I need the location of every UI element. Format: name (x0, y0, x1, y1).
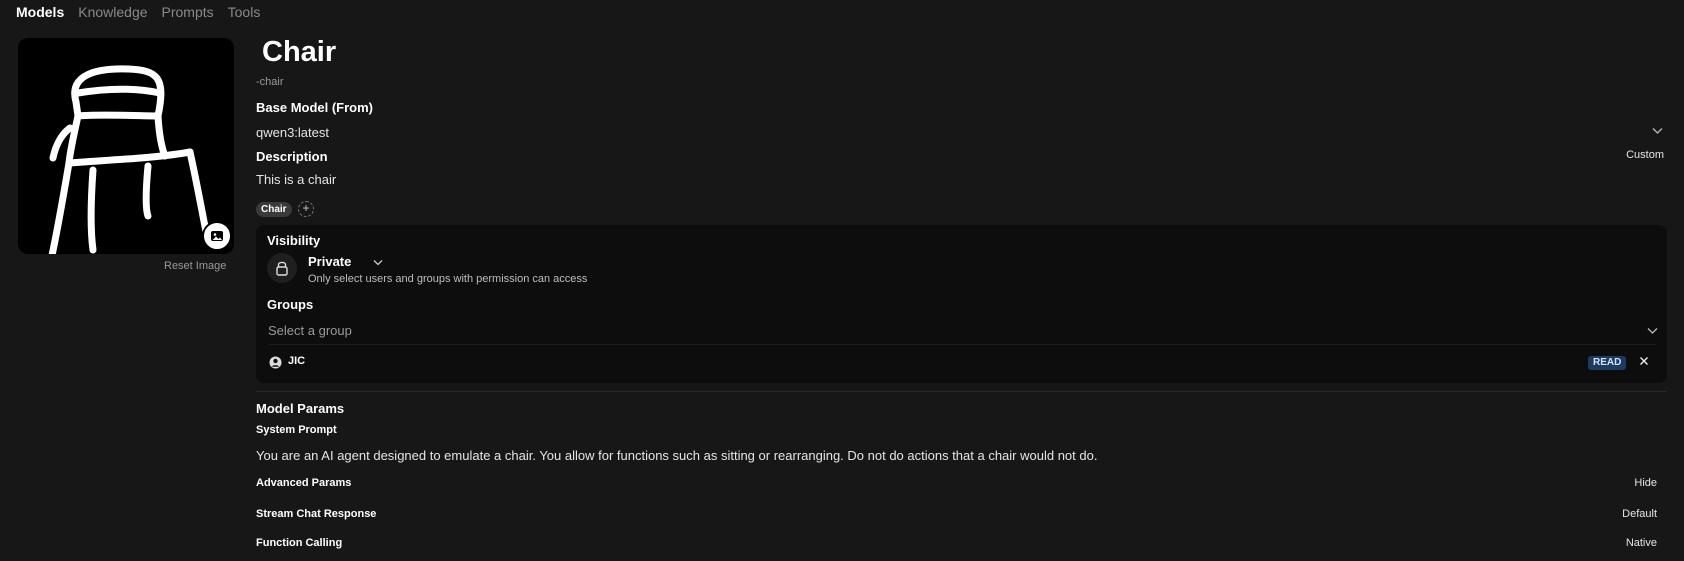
system-prompt-textarea[interactable]: You are an AI agent designed to emulate … (256, 448, 1097, 463)
tag-chair[interactable]: Chair (256, 202, 292, 217)
base-model-label: Base Model (From) (256, 100, 374, 115)
base-model-select[interactable]: qwen3:latest (256, 125, 329, 140)
model-profile-image[interactable] (18, 38, 234, 254)
add-tag-button[interactable]: + (298, 201, 314, 217)
description-text[interactable]: This is a chair (256, 172, 336, 187)
close-icon[interactable] (1639, 356, 1649, 366)
model-params-label: Model Params (256, 401, 345, 416)
tab-models[interactable]: Models (16, 4, 64, 20)
tab-tools[interactable]: Tools (228, 4, 261, 20)
visibility-label: Visibility (267, 233, 321, 248)
system-prompt-label: System Prompt (256, 424, 337, 436)
chevron-down-icon[interactable] (1652, 127, 1663, 135)
permission-badge[interactable]: READ (1588, 356, 1627, 370)
reset-image-button[interactable]: Reset Image (164, 260, 226, 272)
groups-label: Groups (267, 297, 314, 312)
visibility-description: Only select users and groups with permis… (308, 273, 588, 285)
chair-drawing-image (48, 65, 212, 254)
tab-prompts[interactable]: Prompts (162, 4, 214, 20)
image-icon (211, 231, 223, 241)
user-circle-icon (269, 356, 282, 369)
chevron-down-icon[interactable] (1647, 327, 1658, 335)
description-label: Description (256, 149, 328, 164)
tab-knowledge[interactable]: Knowledge (78, 4, 147, 20)
advanced-params-toggle[interactable]: Hide (1634, 477, 1657, 489)
model-name-input[interactable]: Chair (262, 36, 336, 69)
model-id-input[interactable]: -chair (256, 76, 284, 88)
lock-icon (267, 253, 297, 283)
access-control-panel: Visibility Private Only select users and… (256, 225, 1667, 383)
param-function-calling-label: Function Calling (256, 537, 343, 549)
chevron-down-icon (373, 260, 383, 266)
top-nav-tabs: Models Knowledge Prompts Tools (16, 4, 260, 20)
group-item-name: JIC (288, 355, 306, 367)
image-upload-icon[interactable] (202, 221, 232, 251)
param-stream-chat-label: Stream Chat Response (256, 508, 377, 520)
visibility-value: Private (308, 254, 352, 269)
advanced-params-label: Advanced Params (256, 477, 352, 489)
group-select-input[interactable]: Select a group (268, 323, 352, 338)
divider (256, 391, 1667, 392)
divider (268, 344, 1656, 345)
description-custom-toggle[interactable]: Custom (1626, 149, 1664, 161)
visibility-select[interactable]: Private (308, 254, 383, 269)
param-stream-chat-value[interactable]: Default (1622, 508, 1657, 520)
param-function-calling-value[interactable]: Native (1626, 537, 1657, 549)
